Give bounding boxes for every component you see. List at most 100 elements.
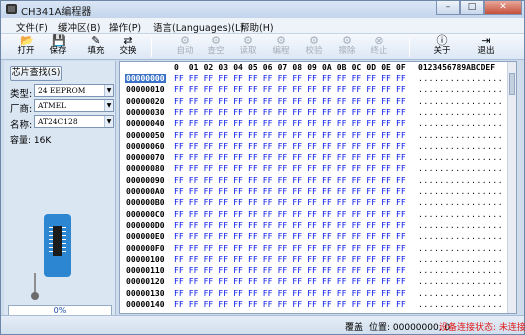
hex-byte[interactable]: FF <box>218 210 228 219</box>
hex-row[interactable]: 00000000 FF FF FF FF FF FF FF FF FF FF FF FF FF FF FF FF… <box>120 74 516 85</box>
hex-byte[interactable]: FF <box>218 153 228 162</box>
ascii-column[interactable]: ................ <box>418 131 503 140</box>
hex-byte[interactable]: FF <box>337 289 347 298</box>
hex-byte[interactable]: FF <box>174 108 184 117</box>
hex-byte[interactable]: FF <box>352 300 362 309</box>
hex-byte[interactable]: FF <box>396 244 406 253</box>
hex-byte[interactable]: FF <box>292 277 302 286</box>
hex-byte[interactable]: FF <box>204 164 214 173</box>
hex-byte[interactable]: FF <box>263 176 273 185</box>
menu-help[interactable]: 帮助(H) <box>240 20 274 34</box>
hex-byte[interactable]: FF <box>278 108 288 117</box>
hex-byte[interactable]: FF <box>174 266 184 275</box>
hex-byte[interactable]: FF <box>322 221 332 230</box>
hex-byte[interactable]: FF <box>248 232 258 241</box>
hex-row[interactable]: 000000B0 FF FF FF FF FF FF FF FF FF FF FF FF FF FF FF FF… <box>120 198 516 209</box>
hex-row[interactable]: 00000100 FF FF FF FF FF FF FF FF FF FF FF FF FF FF FF FF… <box>120 255 516 266</box>
hex-byte[interactable]: FF <box>189 198 199 207</box>
hex-byte[interactable]: FF <box>263 289 273 298</box>
hex-byte[interactable]: FF <box>218 255 228 264</box>
hex-byte[interactable]: FF <box>174 232 184 241</box>
hex-byte[interactable]: FF <box>307 289 317 298</box>
hex-byte[interactable]: FF <box>233 85 243 94</box>
hex-byte[interactable]: FF <box>381 176 391 185</box>
hex-byte[interactable]: FF <box>307 119 317 128</box>
hex-byte[interactable]: FF <box>233 142 243 151</box>
hex-byte[interactable]: FF <box>278 164 288 173</box>
hex-byte[interactable]: FF <box>189 85 199 94</box>
hex-byte[interactable]: FF <box>322 198 332 207</box>
ascii-column[interactable]: ................ <box>418 277 503 286</box>
hex-byte[interactable]: FF <box>307 164 317 173</box>
hex-byte[interactable]: FF <box>218 221 228 230</box>
hex-byte[interactable]: FF <box>218 85 228 94</box>
title-bar[interactable]: CH341A编程器 – □ ✕ <box>1 1 524 18</box>
hex-byte[interactable]: FF <box>307 232 317 241</box>
hex-byte[interactable]: FF <box>263 255 273 264</box>
hex-byte[interactable]: FF <box>381 232 391 241</box>
hex-byte[interactable]: FF <box>174 255 184 264</box>
hex-byte[interactable]: FF <box>381 244 391 253</box>
hex-byte[interactable]: FF <box>337 244 347 253</box>
hex-row[interactable]: 00000110 FF FF FF FF FF FF FF FF FF FF FF FF FF FF FF FF… <box>120 266 516 277</box>
hex-byte[interactable]: FF <box>204 266 214 275</box>
hex-byte[interactable]: FF <box>292 108 302 117</box>
hex-byte[interactable]: FF <box>204 277 214 286</box>
hex-byte[interactable]: FF <box>174 187 184 196</box>
hex-byte[interactable]: FF <box>381 277 391 286</box>
hex-byte[interactable]: FF <box>248 210 258 219</box>
hex-byte[interactable]: FF <box>337 74 347 83</box>
hex-byte[interactable]: FF <box>337 221 347 230</box>
hex-byte[interactable]: FF <box>278 74 288 83</box>
hex-byte[interactable]: FF <box>307 210 317 219</box>
hex-byte[interactable]: FF <box>248 119 258 128</box>
hex-byte[interactable]: FF <box>189 153 199 162</box>
hex-byte[interactable]: FF <box>292 85 302 94</box>
hex-byte[interactable]: FF <box>352 187 362 196</box>
hex-byte[interactable]: FF <box>381 255 391 264</box>
hex-byte[interactable]: FF <box>292 232 302 241</box>
hex-byte[interactable]: FF <box>381 74 391 83</box>
toolbar-button-10[interactable]: ⊗ 终止 <box>364 35 394 59</box>
hex-row[interactable]: 00000010 FF FF FF FF FF FF FF FF FF FF FF FF FF FF FF FF… <box>120 85 516 96</box>
hex-byte[interactable]: FF <box>366 255 376 264</box>
hex-byte[interactable]: FF <box>381 164 391 173</box>
minimize-button[interactable]: – <box>436 1 460 15</box>
hex-row[interactable]: 000000A0 FF FF FF FF FF FF FF FF FF FF FF FF FF FF FF FF… <box>120 187 516 198</box>
hex-byte[interactable]: FF <box>278 142 288 151</box>
hex-byte[interactable]: FF <box>322 108 332 117</box>
hex-row[interactable]: 000000E0 FF FF FF FF FF FF FF FF FF FF FF FF FF FF FF FF… <box>120 232 516 243</box>
hex-byte[interactable]: FF <box>366 142 376 151</box>
hex-byte[interactable]: FF <box>352 131 362 140</box>
hex-byte[interactable]: FF <box>337 300 347 309</box>
hex-byte[interactable]: FF <box>352 255 362 264</box>
hex-byte[interactable]: FF <box>263 74 273 83</box>
hex-byte[interactable]: FF <box>352 108 362 117</box>
hex-byte[interactable]: FF <box>278 119 288 128</box>
hex-byte[interactable]: FF <box>189 221 199 230</box>
hex-byte[interactable]: FF <box>174 164 184 173</box>
hex-byte[interactable]: FF <box>322 210 332 219</box>
hex-byte[interactable]: FF <box>233 97 243 106</box>
toolbar-button-12[interactable]: ⇥ 退出 <box>471 35 501 59</box>
ascii-column[interactable]: ................ <box>418 164 503 173</box>
hex-byte[interactable]: FF <box>396 221 406 230</box>
hex-byte[interactable]: FF <box>337 164 347 173</box>
hex-byte[interactable]: FF <box>396 277 406 286</box>
hex-byte[interactable]: FF <box>218 289 228 298</box>
toolbar-button-7[interactable]: ⚙ 编程 <box>266 35 296 59</box>
hex-byte[interactable]: FF <box>322 153 332 162</box>
hex-byte[interactable]: FF <box>278 266 288 275</box>
hex-byte[interactable]: FF <box>307 266 317 275</box>
hex-byte[interactable]: FF <box>292 97 302 106</box>
hex-byte[interactable]: FF <box>337 85 347 94</box>
hex-byte[interactable]: FF <box>174 198 184 207</box>
ascii-column[interactable]: ................ <box>418 97 503 106</box>
hex-byte[interactable]: FF <box>278 97 288 106</box>
hex-byte[interactable]: FF <box>381 85 391 94</box>
hex-byte[interactable]: FF <box>396 187 406 196</box>
menu-language[interactable]: 语言(Languages)(L) <box>153 20 244 34</box>
hex-byte[interactable]: FF <box>337 198 347 207</box>
hex-byte[interactable]: FF <box>292 131 302 140</box>
hex-byte[interactable]: FF <box>233 119 243 128</box>
